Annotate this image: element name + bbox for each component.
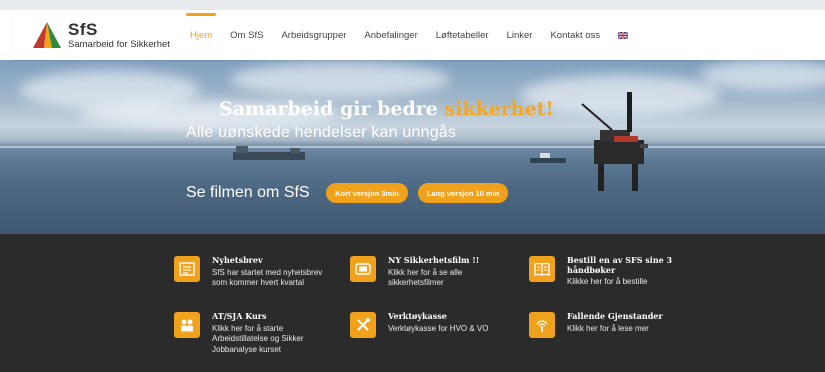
tile-sikkerhetsfilm[interactable]: NY Sikkerhetsfilm !! Klikk her for å se … <box>350 255 520 289</box>
nav-item-hjem[interactable]: Hjem <box>185 10 217 60</box>
hero-title-highlight: sikkerhet! <box>444 98 554 120</box>
language-switcher[interactable] <box>618 10 629 60</box>
oil-platform-icon <box>581 92 648 191</box>
long-version-button[interactable]: Lang versjon 10 min <box>418 183 508 203</box>
people-icon <box>174 312 200 338</box>
tile-desc-line: SfS har startet med nyhetsbrev <box>212 267 323 277</box>
tile-at-sja-kurs[interactable]: AT/SJA Kurs Klikk her for å starte Arbei… <box>174 311 344 356</box>
nav-item-arbeidsgrupper[interactable]: Arbeidsgrupper <box>281 10 346 60</box>
tile-verktoykasse[interactable]: Verktøykasse Verktøykasse for HVO & VO <box>350 311 520 338</box>
book-icon <box>529 256 555 282</box>
tools-icon <box>350 312 376 338</box>
hero-title: Samarbeid gir bedre sikkerhet! <box>219 98 554 120</box>
tile-desc-line: Klikke her for å bestille <box>567 277 648 287</box>
hero-title-main: Samarbeid gir bedre <box>219 98 445 120</box>
tile-desc-line: Klikk her for å lese mer <box>567 323 649 333</box>
site-header: SfS Samarbeid for Sikkerhet Hjem Om SfS … <box>12 10 825 60</box>
tile-title: Nyhetsbrev <box>212 255 263 265</box>
tile-desc-line: sikkerhetsfilmer <box>388 278 444 288</box>
tile-desc-line: som kommer hvert kvartal <box>212 278 305 288</box>
top-strip <box>0 0 825 10</box>
tile-title: NY Sikkerhetsfilm !! <box>388 255 480 265</box>
tile-title: Fallende Gjenstander <box>567 311 663 321</box>
short-version-button[interactable]: Kort versjon 3min <box>326 183 408 203</box>
logo-brand-name: SfS <box>68 19 98 39</box>
film-label: Se filmen om SfS <box>186 184 310 201</box>
tile-fallende-gjenstander[interactable]: Fallende Gjenstander Klikk her for å les… <box>529 311 699 338</box>
ship-icon <box>233 146 305 160</box>
uk-flag-icon <box>618 31 629 39</box>
tile-desc-line: Jobbanalyse kurset <box>212 345 281 355</box>
nav-item-linker[interactable]: Linker <box>507 10 533 60</box>
tile-title: Bestill en av SFS sine 3 håndbøker <box>567 255 673 275</box>
site-logo[interactable]: SfS Samarbeid for Sikkerhet <box>32 15 182 55</box>
nav-item-kontakt-oss[interactable]: Kontakt oss <box>550 10 600 60</box>
hero-subtitle: Alle uønskede hendelser kan unngås <box>186 124 457 141</box>
nav-item-loftetabeller[interactable]: Løftetabeller <box>436 10 489 60</box>
tile-desc-line: Klikk her for å se alle <box>388 267 463 277</box>
tile-desc-line: Klikk her for å starte <box>212 323 284 333</box>
tile-handboker[interactable]: Bestill en av SFS sine 3 håndbøker Klikk… <box>529 255 699 288</box>
sfs-logo-icon <box>33 22 61 48</box>
tile-desc-line: Arbeidstillatelse og Sikker <box>212 334 304 344</box>
tile-title: AT/SJA Kurs <box>212 311 267 321</box>
nav-item-om-sfs[interactable]: Om SfS <box>230 10 263 60</box>
tile-nyhetsbrev[interactable]: Nyhetsbrev SfS har startet med nyhetsbre… <box>174 255 344 289</box>
tv-icon <box>350 256 376 282</box>
tile-desc-line: Verktøykasse for HVO & VO <box>388 323 489 333</box>
newsletter-icon <box>174 256 200 282</box>
hero-banner: Samarbeid gir bedre sikkerhet! Alle uøns… <box>0 60 825 234</box>
hero-scene <box>233 92 648 191</box>
alert-icon <box>529 312 555 338</box>
logo-tagline: Samarbeid for Sikkerhet <box>68 38 170 50</box>
info-section: Nyhetsbrev SfS har startet med nyhetsbre… <box>0 234 825 372</box>
nav-item-anbefalinger[interactable]: Anbefalinger <box>364 10 417 60</box>
main-nav: Hjem Om SfS Arbeidsgrupper Anbefalinger … <box>185 10 646 60</box>
supply-vessel-icon <box>530 153 566 163</box>
tile-title: Verktøykasse <box>388 311 447 321</box>
